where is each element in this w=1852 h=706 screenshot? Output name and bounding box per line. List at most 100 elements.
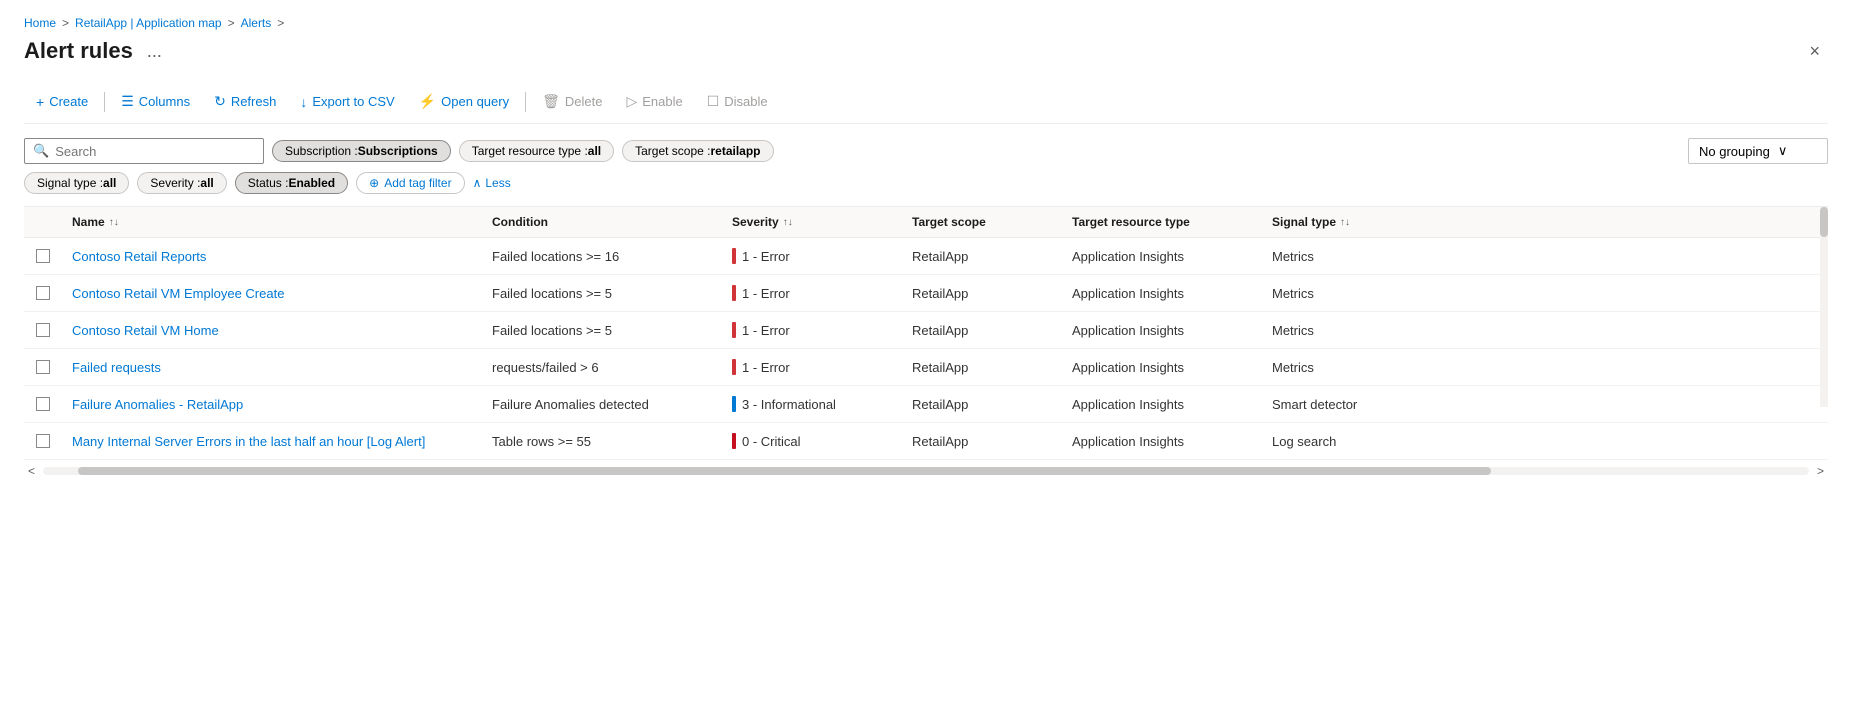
breadcrumb: Home > RetailApp | Application map > Ale…	[24, 16, 1828, 30]
row-condition: requests/failed > 6	[480, 349, 720, 385]
table-row: Contoso Retail Reports Failed locations …	[24, 238, 1828, 275]
page-header: Alert rules ... ×	[24, 38, 1828, 64]
signal-type-sort-icon[interactable]: ↑↓	[1340, 217, 1350, 228]
row-target-resource-type: Application Insights	[1060, 349, 1260, 385]
scroll-left-arrow[interactable]: <	[24, 462, 39, 480]
severity-bar	[732, 433, 736, 449]
row-name[interactable]: Failed requests	[60, 349, 480, 385]
row-condition: Failed locations >= 5	[480, 275, 720, 311]
target-resource-type-filter[interactable]: Target resource type : all	[459, 140, 614, 162]
row-severity: 1 - Error	[720, 238, 900, 274]
create-button[interactable]: + Create	[24, 89, 100, 115]
row-checkbox[interactable]	[36, 397, 50, 411]
row-checkbox-cell	[24, 349, 60, 385]
filters-line2: Signal type : all Severity : all Status …	[24, 172, 1688, 194]
delete-button[interactable]: 🗑 Delete	[530, 88, 614, 115]
row-checkbox-cell	[24, 312, 60, 348]
row-target-scope: RetailApp	[900, 238, 1060, 274]
row-checkbox[interactable]	[36, 323, 50, 337]
breadcrumb-home[interactable]: Home	[24, 16, 56, 30]
refresh-icon: ↻	[214, 93, 226, 110]
row-severity: 1 - Error	[720, 349, 900, 385]
signal-type-filter[interactable]: Signal type : all	[24, 172, 129, 194]
severity-bar	[732, 396, 736, 412]
severity-bar	[732, 248, 736, 264]
th-condition: Condition	[480, 207, 720, 237]
row-target-resource-type: Application Insights	[1060, 386, 1260, 422]
toolbar-divider-2	[525, 92, 526, 112]
row-signal-type: Metrics	[1260, 275, 1410, 311]
grouping-dropdown[interactable]: No grouping ∨	[1688, 138, 1828, 164]
row-severity: 3 - Informational	[720, 386, 900, 422]
th-checkbox	[24, 207, 60, 237]
export-icon: ↓	[300, 94, 307, 110]
table-row: Contoso Retail VM Home Failed locations …	[24, 312, 1828, 349]
row-name[interactable]: Contoso Retail Reports	[60, 238, 480, 274]
severity-text: 1 - Error	[742, 249, 790, 264]
export-button[interactable]: ↓ Export to CSV	[288, 89, 406, 115]
th-name: Name ↑↓	[60, 207, 480, 237]
name-sort-icon[interactable]: ↑↓	[109, 217, 119, 228]
close-button[interactable]: ×	[1801, 39, 1828, 64]
columns-button[interactable]: ☰ Columns	[109, 88, 202, 115]
row-checkbox[interactable]	[36, 249, 50, 263]
horizontal-scrollbar-area: < >	[24, 462, 1828, 480]
severity-sort-icon[interactable]: ↑↓	[783, 217, 793, 228]
row-signal-type: Smart detector	[1260, 386, 1410, 422]
row-name[interactable]: Many Internal Server Errors in the last …	[60, 423, 480, 459]
row-checkbox[interactable]	[36, 434, 50, 448]
disable-icon: ☐	[707, 93, 720, 110]
horizontal-scrollbar[interactable]	[43, 467, 1809, 475]
chevron-up-icon: ∧	[473, 176, 482, 190]
filters-left: 🔍 Subscription : Subscriptions Target re…	[24, 138, 1688, 194]
row-name[interactable]: Contoso Retail VM Employee Create	[60, 275, 480, 311]
open-query-button[interactable]: ⚡ Open query	[407, 88, 521, 115]
less-button[interactable]: ∧ Less	[473, 176, 511, 190]
enable-button[interactable]: ▷ Enable	[614, 88, 694, 115]
add-tag-button[interactable]: ⊕ Add tag filter	[356, 172, 464, 194]
th-severity: Severity ↑↓	[720, 207, 900, 237]
search-input[interactable]	[55, 144, 255, 159]
tag-icon: ⊕	[369, 176, 379, 190]
severity-text: 1 - Error	[742, 286, 790, 301]
breadcrumb-retailapp[interactable]: RetailApp | Application map	[75, 16, 222, 30]
severity-bar	[732, 359, 736, 375]
plus-icon: +	[36, 94, 44, 110]
subscription-filter[interactable]: Subscription : Subscriptions	[272, 140, 451, 162]
disable-button[interactable]: ☐ Disable	[695, 88, 780, 115]
row-target-resource-type: Application Insights	[1060, 238, 1260, 274]
row-name[interactable]: Failure Anomalies - RetailApp	[60, 386, 480, 422]
filters-right: No grouping ∨	[1688, 138, 1828, 164]
th-signal-type: Signal type ↑↓	[1260, 207, 1410, 237]
row-checkbox[interactable]	[36, 286, 50, 300]
th-target-resource-type: Target resource type	[1060, 207, 1260, 237]
refresh-button[interactable]: ↻ Refresh	[202, 88, 288, 115]
severity-text: 1 - Error	[742, 323, 790, 338]
query-icon: ⚡	[419, 93, 436, 110]
scroll-right-arrow[interactable]: >	[1813, 462, 1828, 480]
columns-icon: ☰	[121, 93, 134, 110]
filters-line1: 🔍 Subscription : Subscriptions Target re…	[24, 138, 1688, 164]
enable-icon: ▷	[626, 93, 637, 110]
row-target-scope: RetailApp	[900, 312, 1060, 348]
target-scope-filter[interactable]: Target scope : retailapp	[622, 140, 773, 162]
table-body: Contoso Retail Reports Failed locations …	[24, 238, 1828, 460]
table-row: Failure Anomalies - RetailApp Failure An…	[24, 386, 1828, 423]
row-checkbox-cell	[24, 275, 60, 311]
breadcrumb-alerts[interactable]: Alerts	[241, 16, 272, 30]
severity-filter[interactable]: Severity : all	[137, 172, 226, 194]
row-checkbox[interactable]	[36, 360, 50, 374]
table-row: Contoso Retail VM Employee Create Failed…	[24, 275, 1828, 312]
row-checkbox-cell	[24, 386, 60, 422]
row-condition: Failure Anomalies detected	[480, 386, 720, 422]
search-box[interactable]: 🔍	[24, 138, 264, 164]
row-condition: Table rows >= 55	[480, 423, 720, 459]
vertical-scrollbar[interactable]	[1820, 207, 1828, 407]
ellipsis-button[interactable]: ...	[141, 39, 168, 64]
search-icon: 🔍	[33, 143, 49, 159]
status-filter[interactable]: Status : Enabled	[235, 172, 348, 194]
row-name[interactable]: Contoso Retail VM Home	[60, 312, 480, 348]
severity-text: 1 - Error	[742, 360, 790, 375]
row-condition: Failed locations >= 16	[480, 238, 720, 274]
row-target-resource-type: Application Insights	[1060, 275, 1260, 311]
